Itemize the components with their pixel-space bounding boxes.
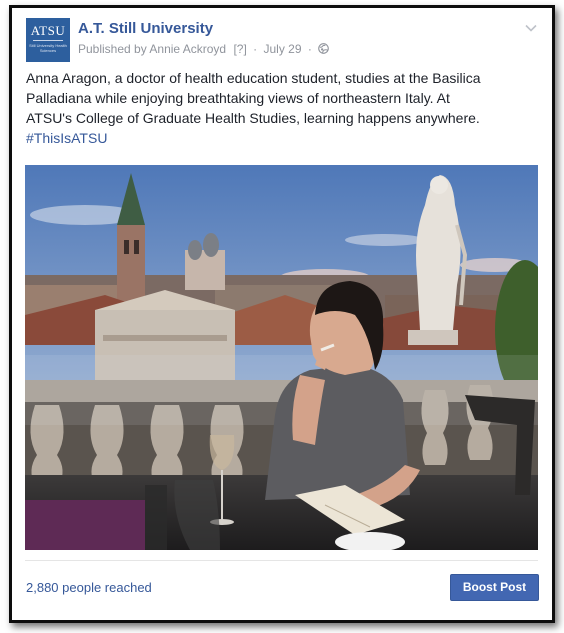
post-header: ATSU Still University Health Sciences A.… [26,18,541,62]
post-text-line: ATSU's College of Graduate Health Studie… [26,110,480,126]
footer-divider [25,560,538,561]
post-body: Anna Aragon, a doctor of health educatio… [26,68,541,148]
avatar-rule [33,40,63,41]
people-reached-link[interactable]: 2,880 people reached [26,580,152,595]
page-avatar[interactable]: ATSU Still University Health Sciences [26,18,70,62]
meta-separator: · [253,42,258,56]
avatar-logo-subtext: Still University Health Sciences [29,43,67,53]
chevron-down-icon[interactable] [525,24,537,32]
globe-icon[interactable] [318,43,330,54]
post-text-line: Palladiana while enjoying breathtaking v… [26,90,450,106]
photo-scene [25,165,538,550]
boost-post-button[interactable]: Boost Post [450,574,539,601]
help-marker[interactable]: [?] [233,42,246,56]
post-date[interactable]: July 29 [263,42,301,56]
post-text-line: Anna Aragon, a doctor of health educatio… [26,70,481,86]
published-by[interactable]: Published by Annie Ackroyd [78,42,226,56]
facebook-post-card: ATSU Still University Health Sciences A.… [9,5,555,623]
hashtag-link[interactable]: #ThisIsATSU [26,128,541,148]
page-name-link[interactable]: A.T. Still University [78,20,213,37]
post-meta: Published by Annie Ackroyd [?] · July 29… [78,42,330,56]
meta-separator: · [307,42,312,56]
avatar-logo-text: ATSU [30,23,66,38]
post-photo[interactable] [25,165,538,550]
